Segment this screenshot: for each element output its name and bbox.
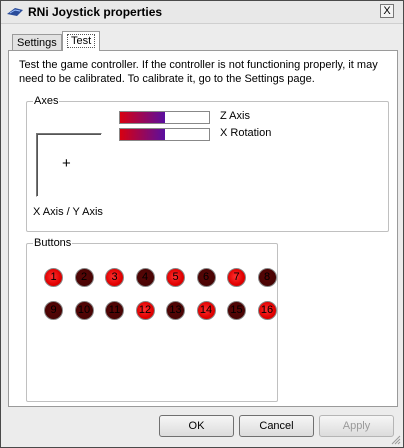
apply-button[interactable]: Apply	[319, 415, 394, 437]
tab-settings[interactable]: Settings	[12, 34, 62, 51]
button-indicator-1: 1	[44, 268, 63, 287]
z-axis-bar	[119, 111, 210, 124]
button-indicator-6: 6	[196, 268, 216, 287]
close-button[interactable]: X	[380, 4, 394, 18]
x-rotation-label: X Rotation	[220, 127, 272, 139]
xy-axis-display: +	[36, 133, 102, 197]
test-tab-panel: Test the game controller. If the control…	[8, 50, 398, 407]
window-title: RNi Joystick properties	[28, 5, 163, 19]
button-indicator-8: 8	[257, 268, 277, 287]
z-axis-label: Z Axis	[220, 110, 250, 122]
button-indicator-16: 16	[257, 301, 277, 320]
ok-button[interactable]: OK	[159, 415, 234, 437]
xy-axis-label: X Axis / Y Axis	[33, 206, 103, 218]
button-indicator-15: 15	[227, 301, 246, 320]
crosshair-icon: +	[62, 155, 71, 172]
title-bar[interactable]: RNi Joystick properties X	[1, 1, 403, 24]
button-indicator-7: 7	[227, 268, 246, 287]
button-indicator-13: 13	[166, 301, 185, 320]
tab-test-label: Test	[67, 34, 96, 48]
buttons-group-label: Buttons	[33, 237, 73, 249]
button-indicator-11: 11	[105, 301, 124, 320]
joystick-app-icon	[7, 8, 23, 16]
x-rotation-bar	[119, 128, 210, 141]
x-rotation-bar-fill	[120, 129, 165, 140]
button-indicator-2: 2	[74, 268, 94, 287]
z-axis-bar-fill	[120, 112, 165, 123]
button-indicator-4: 4	[135, 268, 155, 287]
axes-group-label: Axes	[33, 95, 60, 107]
button-indicator-14: 14	[196, 301, 216, 320]
button-indicator-10: 10	[74, 301, 94, 320]
buttons-group: Buttons 1 2 3 4 5 6 7 8 9 10 11 12 13 14 15 16	[26, 237, 278, 402]
button-indicator-3: 3	[105, 268, 124, 287]
properties-dialog: RNi Joystick properties X Settings Test …	[0, 0, 404, 448]
tab-test[interactable]: Test	[62, 31, 101, 51]
intro-text: Test the game controller. If the control…	[19, 59, 378, 85]
axes-group: Axes Z Axis X Rotation + X Axis / Y Axis	[26, 95, 389, 232]
button-indicator-5: 5	[166, 268, 185, 287]
button-indicator-9: 9	[44, 301, 63, 320]
resize-grip-icon[interactable]	[391, 435, 401, 445]
cancel-button[interactable]: Cancel	[239, 415, 314, 437]
button-indicator-12: 12	[135, 301, 155, 320]
